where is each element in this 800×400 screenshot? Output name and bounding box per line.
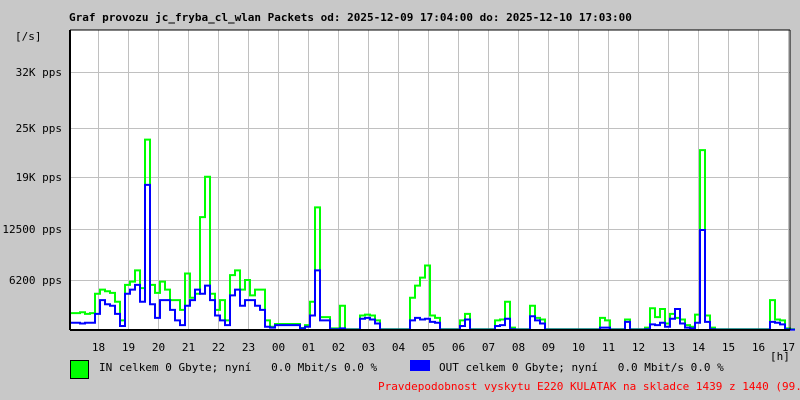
legend-in-text: IN celkem 0 Gbyte; nyní 0.0 Mbit/s 0.0 %: [99, 361, 378, 374]
traffic-plot: [69, 29, 795, 331]
legend-out-text: OUT celkem 0 Gbyte; nyní 0.0 Mbit/s 0.0 …: [439, 361, 724, 374]
probability-note: Pravdepodobnost vyskytu E220 KULATAK na …: [378, 380, 800, 393]
legend-in-swatch: [70, 360, 89, 379]
legend-out-swatch: [410, 360, 430, 371]
